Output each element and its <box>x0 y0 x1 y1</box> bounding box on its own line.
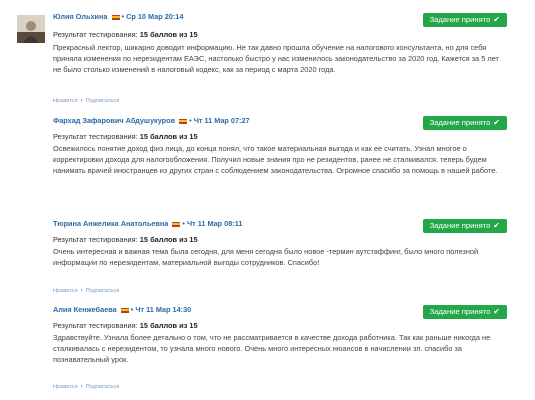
review-date[interactable]: Чт 11 Мар 07:27 <box>194 116 250 125</box>
review-text: Прекрасный лектор, шикарно доводит инфор… <box>53 43 499 74</box>
avatar[interactable] <box>17 15 45 43</box>
review-text: Очень интересная и важная тема была сего… <box>53 247 479 267</box>
score: 15 баллов из 15 <box>139 235 198 244</box>
author-name[interactable]: Алия Кенжебаева <box>53 305 117 314</box>
check-icon: ✔ <box>493 221 500 230</box>
author-name[interactable]: Тюрина Анжелика Анатольевна <box>53 219 168 228</box>
status-badge: Задание принято ✔ <box>422 219 507 233</box>
review-header: Алия Кенжебаева • Чт 11 Мар 14:30 <box>53 305 192 314</box>
score: 15 баллов из 15 <box>139 132 198 141</box>
status-badge: Задание принято ✔ <box>422 13 507 27</box>
flag-icon <box>179 118 188 124</box>
test-result: Результат тестирования: 15 баллов из 15 <box>53 321 198 330</box>
like-link[interactable]: Нравится <box>53 384 78 390</box>
review-date[interactable]: Чт 11 Мар 14:30 <box>135 305 191 314</box>
author-name[interactable]: Юлия Ольхина <box>53 12 107 21</box>
check-icon: ✔ <box>493 307 500 316</box>
review-actions: Нравится • Подписаться <box>53 384 120 390</box>
review-header: Юлия Ольхина • Ср 10 Мар 20:14 <box>53 12 184 21</box>
review-date[interactable]: Ср 10 Мар 20:14 <box>126 12 183 21</box>
flag-icon <box>111 14 120 20</box>
subscribe-link[interactable]: Подписаться <box>86 98 120 104</box>
subscribe-link[interactable]: Подписаться <box>86 384 120 390</box>
like-link[interactable]: Нравится <box>53 288 78 294</box>
flag-icon <box>172 221 181 227</box>
subscribe-link[interactable]: Подписаться <box>86 288 120 294</box>
test-result: Результат тестирования: 15 баллов из 15 <box>53 30 198 39</box>
review-header: Фархад Зафарович Абдушукуров • Чт 11 Мар… <box>53 116 250 125</box>
like-link[interactable]: Нравится <box>53 98 78 104</box>
flag-icon <box>120 307 129 313</box>
review-actions: Нравится • Подписаться <box>53 98 120 104</box>
check-icon: ✔ <box>493 118 500 127</box>
status-badge: Задание принято ✔ <box>422 305 507 319</box>
test-result: Результат тестирования: 15 баллов из 15 <box>53 235 198 244</box>
review-text: Здравствуйте. Узнала более детально о то… <box>53 333 491 364</box>
test-result: Результат тестирования: 15 баллов из 15 <box>53 132 198 141</box>
review-header: Тюрина Анжелика Анатольевна • Чт 11 Мар … <box>53 219 243 228</box>
review-text: Освежилось понятие доход физ лица, до ко… <box>53 144 498 175</box>
status-badge: Задание принято ✔ <box>422 116 507 130</box>
score: 15 баллов из 15 <box>139 30 198 39</box>
review-actions: Нравится • Подписаться <box>53 288 120 294</box>
review-date[interactable]: Чт 11 Мар 08:11 <box>187 219 242 228</box>
author-name[interactable]: Фархад Зафарович Абдушукуров <box>53 116 175 125</box>
score: 15 баллов из 15 <box>139 321 198 330</box>
check-icon: ✔ <box>493 15 500 24</box>
